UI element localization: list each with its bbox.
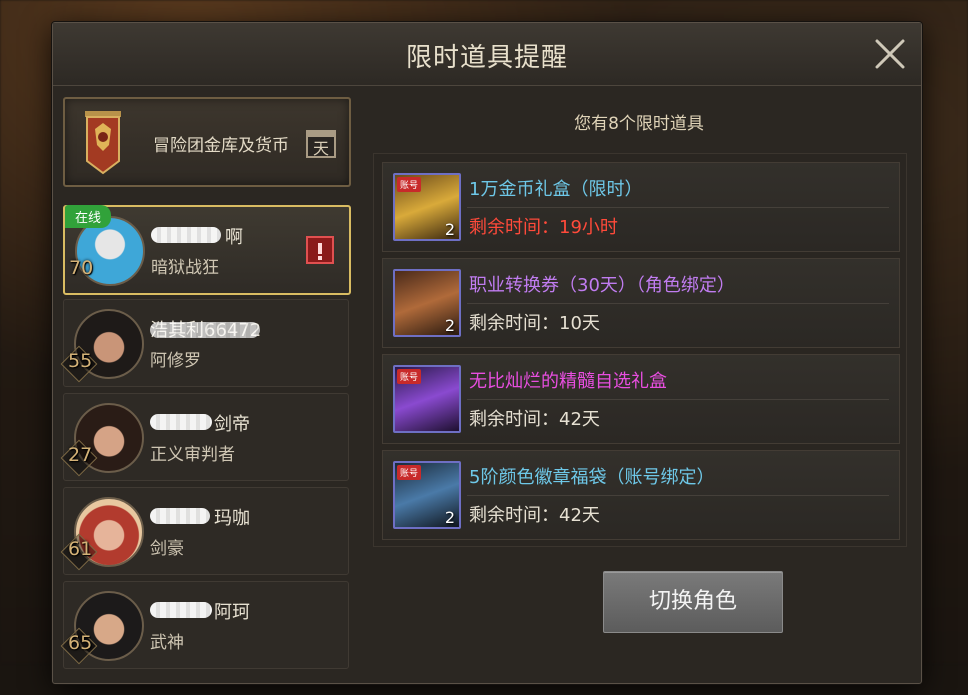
item-remaining-time: 剩余时间：42天 xyxy=(469,409,600,430)
guild-vault-label: 冒险团金库及货币 xyxy=(153,136,289,156)
character-name: 剑帝 xyxy=(214,414,250,435)
character-card[interactable]: 70 在线 啊 暗狱战狂 xyxy=(63,205,351,295)
guild-vault-entry[interactable]: 冒险团金库及货币 天 xyxy=(63,97,351,187)
character-class: 剑豪 xyxy=(150,539,184,559)
character-card[interactable]: 61 玛咖 剑豪 xyxy=(60,487,349,575)
character-class: 正义审判者 xyxy=(150,445,235,465)
item-quantity: 2 xyxy=(444,316,455,335)
character-class: 阿修罗 xyxy=(150,351,201,371)
account-tag: 账号 xyxy=(397,369,422,384)
calendar-day-icon: 天 xyxy=(306,130,336,158)
character-name: 玛咖 xyxy=(214,508,250,529)
character-list: 冒险团金库及货币 天 70 在线 啊 暗狱战狂 55 阿修罗 27 剑帝 正义审… xyxy=(60,95,353,695)
redacted-name-mark xyxy=(150,322,260,338)
scroll-gear-icon: 2 xyxy=(393,269,461,337)
gold-chest-icon: 账号 2 xyxy=(393,173,461,241)
item-remaining-time: 剩余时间：19小时 xyxy=(469,217,618,238)
item-list: 账号 2 1万金币礼盒（限时） 剩余时间：19小时 2 职业转换券（30天）（角… xyxy=(373,153,907,547)
character-class: 暗狱战狂 xyxy=(151,258,219,278)
character-level: 27 xyxy=(68,444,93,466)
item-count-text: 您有8个限时道具 xyxy=(574,114,704,134)
character-level: 55 xyxy=(68,350,93,372)
account-tag: 账号 xyxy=(397,177,422,192)
redacted-name-mark xyxy=(151,227,221,243)
item-name: 职业转换券（30天）（角色绑定） xyxy=(469,275,735,296)
item-name: 5阶颜色徽章福袋（账号绑定） xyxy=(469,467,715,488)
redacted-name-mark xyxy=(150,414,212,430)
divider xyxy=(467,495,889,496)
redacted-name-mark xyxy=(150,508,210,524)
divider xyxy=(467,207,889,208)
character-level: 70 xyxy=(69,257,94,279)
divider xyxy=(467,303,889,304)
character-card[interactable]: 65 阿珂 武神 xyxy=(60,581,349,669)
emblem-pouch-icon: 账号 2 xyxy=(393,461,461,529)
character-name: 啊 xyxy=(225,227,243,248)
character-class: 武神 xyxy=(150,633,184,653)
dialog-title: 限时道具提醒 xyxy=(405,43,568,73)
dialog-titlebar: 限时道具提醒 xyxy=(53,23,921,86)
list-item[interactable]: 2 职业转换券（30天）（角色绑定） 剩余时间：10天 xyxy=(382,258,900,348)
guild-banner-icon xyxy=(85,111,121,175)
character-card[interactable]: 27 剑帝 正义审判者 xyxy=(60,393,349,481)
calendar-char: 天 xyxy=(313,139,329,158)
redacted-name-mark xyxy=(150,602,212,618)
character-level: 61 xyxy=(68,538,93,560)
character-card[interactable]: 55 浩其利66472 阿修罗 xyxy=(60,299,349,387)
item-remaining-time: 剩余时间：42天 xyxy=(469,505,600,526)
online-badge: 在线 xyxy=(65,205,112,228)
character-level: 65 xyxy=(68,632,93,654)
item-quantity: 2 xyxy=(444,508,455,527)
divider xyxy=(467,399,889,400)
item-name: 无比灿烂的精髓自选礼盒 xyxy=(469,371,667,392)
items-panel: 您有8个限时道具 账号 2 1万金币礼盒（限时） 剩余时间：19小时 2 职业转… xyxy=(365,95,913,675)
character-name: 阿珂 xyxy=(214,602,250,623)
list-item[interactable]: 账号 无比灿烂的精髓自选礼盒 剩余时间：42天 xyxy=(382,354,900,444)
switch-character-button[interactable]: 切换角色 xyxy=(603,571,783,633)
list-item[interactable]: 账号 2 5阶颜色徽章福袋（账号绑定） 剩余时间：42天 xyxy=(382,450,900,540)
limited-items-dialog: 限时道具提醒 冒险团金库及货币 天 70 在线 啊 暗狱战狂 55 阿修罗 27… xyxy=(52,22,922,684)
purple-chest-icon: 账号 xyxy=(393,365,461,433)
item-quantity: 2 xyxy=(444,220,455,239)
alert-calendar-icon xyxy=(306,236,334,264)
close-icon[interactable] xyxy=(873,37,907,71)
account-tag: 账号 xyxy=(397,465,422,480)
item-name: 1万金币礼盒（限时） xyxy=(469,179,643,200)
list-item[interactable]: 账号 2 1万金币礼盒（限时） 剩余时间：19小时 xyxy=(382,162,900,252)
item-remaining-time: 剩余时间：10天 xyxy=(469,313,600,334)
